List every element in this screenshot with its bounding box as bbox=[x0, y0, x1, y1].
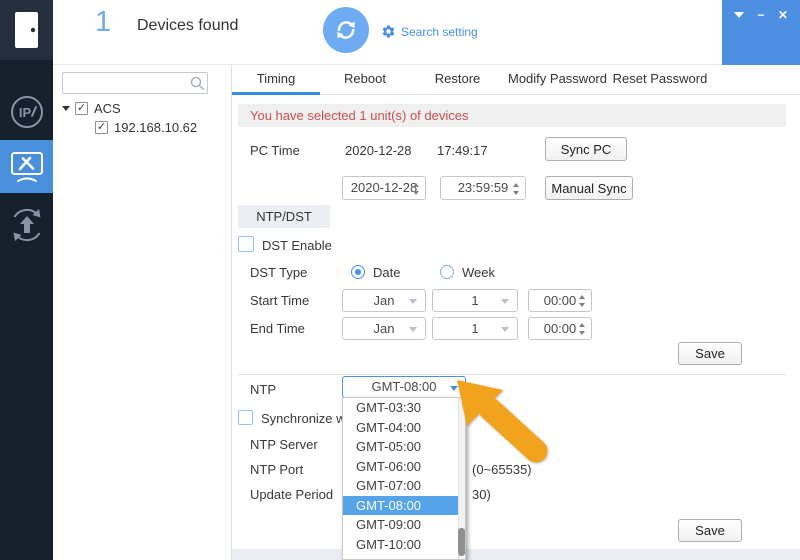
manual-sync-button[interactable]: Manual Sync bbox=[545, 176, 633, 200]
end-day-select[interactable]: 1 bbox=[432, 317, 518, 340]
end-clock-spinner[interactable]: 00:00 bbox=[528, 317, 592, 340]
ntp-save-button[interactable]: Save bbox=[678, 519, 742, 542]
devices-found-label: Devices found bbox=[137, 17, 239, 34]
tree-device-label[interactable]: 192.168.10.62 bbox=[114, 120, 197, 135]
timezone-option[interactable]: GMT-05:00 bbox=[343, 437, 465, 457]
tab-modify-password[interactable]: Modify Password bbox=[505, 65, 610, 95]
ip-config-icon: IP bbox=[10, 96, 43, 128]
start-time-label: Start Time bbox=[250, 293, 310, 308]
sidebar-item-device-tools-active[interactable] bbox=[0, 140, 53, 193]
device-tree-panel: ✓ ACS ✓ 192.168.10.62 bbox=[53, 65, 232, 560]
sidebar-item-upgrade[interactable] bbox=[0, 200, 53, 250]
window-titlebar: − ✕ bbox=[722, 0, 800, 65]
search-setting-button[interactable]: Search setting bbox=[381, 24, 478, 39]
device-checkbox[interactable]: ✓ bbox=[95, 121, 108, 134]
search-setting-label: Search setting bbox=[401, 24, 478, 39]
device-tools-icon bbox=[10, 151, 43, 182]
sync-pc-button[interactable]: Sync PC bbox=[545, 137, 627, 161]
tab-bar: Timing Reboot Restore Modify Password Re… bbox=[232, 65, 800, 95]
start-month-select[interactable]: Jan bbox=[342, 289, 426, 312]
dst-save-button[interactable]: Save bbox=[678, 342, 742, 365]
timezone-option[interactable]: GMT-07:00 bbox=[343, 476, 465, 496]
main-content: Timing Reboot Restore Modify Password Re… bbox=[232, 65, 800, 560]
timezone-dropdown-list: GMT-03:30 GMT-04:00 GMT-05:00 GMT-06:00 … bbox=[342, 397, 466, 560]
gear-icon bbox=[382, 25, 395, 38]
dst-type-label: DST Type bbox=[250, 265, 308, 280]
timezone-option[interactable]: GMT-04:00 bbox=[343, 418, 465, 438]
dst-type-date-radio[interactable] bbox=[351, 265, 365, 279]
manual-date-spinner[interactable]: 2020-12-28 bbox=[342, 176, 426, 200]
search-icon[interactable] bbox=[189, 75, 205, 91]
selection-message: You have selected 1 unit(s) of devices bbox=[238, 104, 786, 127]
pc-time-label: PC Time bbox=[250, 143, 300, 158]
update-period-hint: 30) bbox=[472, 487, 491, 502]
end-time-label: End Time bbox=[250, 321, 305, 336]
pc-clock-value: 17:49:17 bbox=[437, 143, 488, 158]
close-icon[interactable]: ✕ bbox=[778, 9, 788, 21]
dst-enable-checkbox[interactable] bbox=[238, 236, 254, 252]
dst-enable-label: DST Enable bbox=[262, 238, 332, 253]
ntp-port-hint: (0~65535) bbox=[472, 462, 532, 477]
section-divider bbox=[238, 374, 786, 375]
timezone-option[interactable]: GMT-06:00 bbox=[343, 457, 465, 477]
annotation-arrow-icon bbox=[457, 380, 548, 463]
start-clock-spinner[interactable]: 00:00 bbox=[528, 289, 592, 312]
ntp-label: NTP bbox=[250, 382, 276, 397]
dst-type-week-radio[interactable] bbox=[440, 265, 454, 279]
ntp-port-label: NTP Port bbox=[250, 462, 304, 477]
sidebar-item-ip-config[interactable]: IP bbox=[0, 88, 53, 136]
door-logo-icon bbox=[15, 12, 38, 48]
tree-group-label[interactable]: ACS bbox=[94, 101, 121, 116]
ntp-dst-subtab[interactable]: NTP/DST bbox=[238, 205, 330, 228]
minimize-to-tray-icon[interactable] bbox=[734, 12, 744, 18]
minimize-icon[interactable]: − bbox=[757, 9, 764, 21]
tab-restore[interactable]: Restore bbox=[410, 65, 505, 95]
device-count: 1 bbox=[95, 6, 112, 38]
app-logo bbox=[0, 0, 53, 60]
ntp-server-label: NTP Server bbox=[250, 437, 318, 452]
config-tool-window: IP 1 Devices found Search setting − ✕ ✓ … bbox=[0, 0, 800, 560]
manual-clock-spinner[interactable]: 23:59:59 bbox=[440, 176, 526, 200]
timezone-option-selected[interactable]: GMT-08:00 bbox=[343, 495, 465, 515]
refresh-button[interactable] bbox=[323, 7, 369, 53]
start-day-select[interactable]: 1 bbox=[432, 289, 518, 312]
tree-expander-icon[interactable] bbox=[62, 106, 70, 111]
dst-type-week-label[interactable]: Week bbox=[462, 265, 495, 280]
ntp-timezone-combobox[interactable]: GMT-08:00 bbox=[342, 376, 466, 398]
refresh-icon bbox=[337, 21, 355, 39]
synchronize-ntp-checkbox[interactable] bbox=[238, 410, 253, 425]
tab-reset-password[interactable]: Reset Password bbox=[610, 65, 710, 95]
tab-timing[interactable]: Timing bbox=[232, 65, 320, 95]
upgrade-icon bbox=[13, 208, 40, 242]
tab-reboot[interactable]: Reboot bbox=[320, 65, 410, 95]
header: 1 Devices found Search setting − ✕ bbox=[53, 0, 800, 65]
bottom-strip bbox=[232, 549, 800, 560]
group-checkbox[interactable]: ✓ bbox=[75, 102, 88, 115]
dst-type-date-label[interactable]: Date bbox=[373, 265, 400, 280]
timezone-option[interactable]: GMT-11:00 bbox=[343, 554, 465, 559]
timezone-option[interactable]: GMT-10:00 bbox=[343, 535, 465, 555]
dropdown-scrollbar bbox=[458, 398, 465, 559]
timezone-option[interactable]: GMT-09:00 bbox=[343, 515, 465, 535]
update-period-label: Update Period bbox=[250, 487, 334, 502]
pc-date-value: 2020-12-28 bbox=[345, 143, 412, 158]
end-month-select[interactable]: Jan bbox=[342, 317, 426, 340]
search-input[interactable] bbox=[62, 72, 208, 94]
timezone-option[interactable]: GMT-03:30 bbox=[343, 398, 465, 418]
dropdown-scrollbar-thumb[interactable] bbox=[458, 528, 465, 556]
nav-sidebar: IP bbox=[0, 0, 53, 560]
svg-text:IP: IP bbox=[18, 105, 31, 120]
